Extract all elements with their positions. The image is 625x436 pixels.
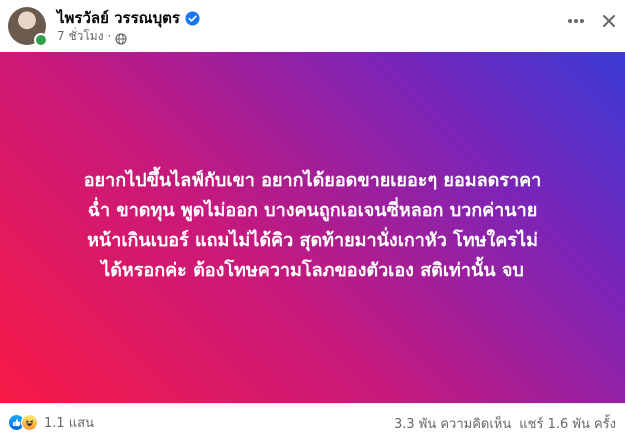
post-header: ไพรวัลย์ วรรณบุตร 7 ชั่วโมง · <box>0 0 625 52</box>
post-timestamp[interactable]: 7 ชั่วโมง <box>57 27 104 46</box>
reactions-summary[interactable]: 1.1 แสน <box>8 412 94 433</box>
reaction-count: 1.1 แสน <box>44 416 95 431</box>
post-text-line: อยากไปขึ้นไลฟ์กับเขา อยากได้ยอดขายเยอะๆ … <box>83 169 542 191</box>
post-text-line: ได้หรอกค่ะ ต้องโทษความโลภของตัวเอง สติเท… <box>101 259 524 281</box>
shares-count[interactable]: แชร์ 1.6 พัน ครั้ง <box>519 413 616 434</box>
online-status-indicator <box>34 33 48 47</box>
haha-icon <box>21 414 38 431</box>
meta-separator: · <box>107 29 112 43</box>
post-text: อยากไปขึ้นไลฟ์กับเขา อยากได้ยอดขายเยอะๆ … <box>33 166 593 286</box>
post-text-line: หน้าเกินเบอร์ แถมไม่ได้คิว สุดท้ายมานั่ง… <box>87 229 538 251</box>
post-background-card: อยากไปขึ้นไลฟ์กับเขา อยากได้ยอดขายเยอะๆ … <box>0 52 625 403</box>
post-footer: 1.1 แสน 3.3 พัน ความคิดเห็น แชร์ 1.6 พัน… <box>0 403 625 436</box>
engagement-stats: 3.3 พัน ความคิดเห็น แชร์ 1.6 พัน ครั้ง <box>394 413 616 434</box>
more-horizontal-icon[interactable] <box>565 10 587 32</box>
globe-icon[interactable] <box>115 30 127 45</box>
verified-badge-icon <box>185 10 200 26</box>
post-text-line: ฉ่ำ ขาดทุน พูดไม่ออก บางคนถูกเอเจนซี่หลอ… <box>87 199 538 221</box>
close-icon[interactable] <box>598 10 620 32</box>
author-row: ไพรวัลย์ วรรณบุตร <box>57 8 200 28</box>
comments-count[interactable]: 3.3 พัน ความคิดเห็น <box>394 413 511 434</box>
post-meta: 7 ชั่วโมง · <box>57 27 127 46</box>
